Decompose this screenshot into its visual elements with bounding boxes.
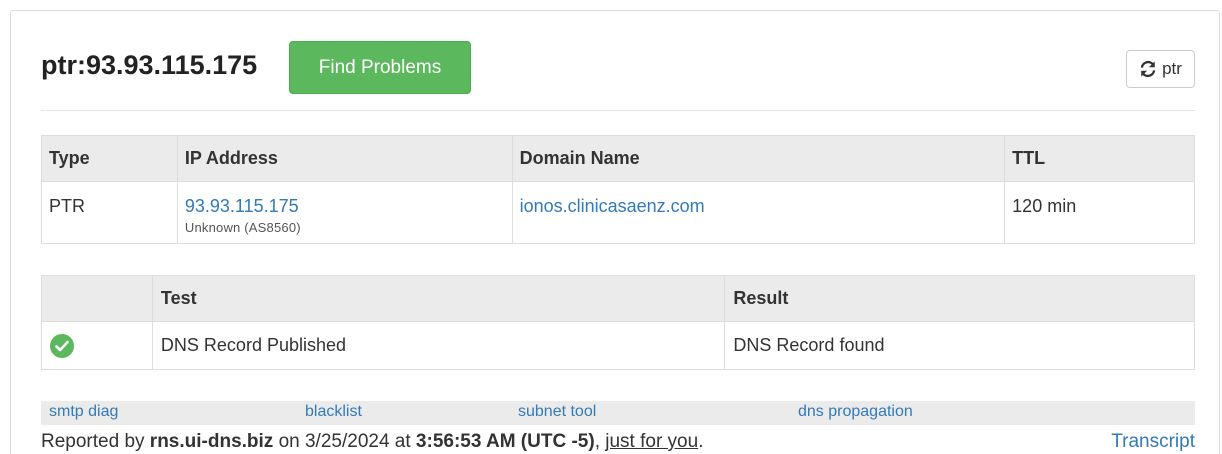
just-for-you-link[interactable]: just for you [605,431,698,452]
domain-name-link[interactable]: ionos.clinicasaenz.com [520,196,705,216]
column-header-ip: IP Address [176,135,513,182]
blacklist-link[interactable]: blacklist [305,403,362,421]
transcript-link[interactable]: Transcript [1111,431,1195,453]
page-title: ptr:93.93.115.175 [41,50,258,80]
table-header-row: Test Result [41,275,1195,322]
column-header-ttl: TTL [1004,135,1195,182]
column-header-domain: Domain Name [511,135,1006,182]
header-divider [41,110,1195,111]
column-header-result: Result [724,275,1195,322]
table-header-row: Type IP Address Domain Name TTL [41,135,1195,182]
refresh-label: ptr [1162,59,1182,78]
subnet-tool-link[interactable]: subnet tool [518,403,596,421]
report-time: 3:56:53 AM (UTC -5) [415,431,595,452]
column-header-status [41,275,153,322]
dns-propagation-link[interactable]: dns propagation [798,403,913,421]
refresh-ptr-button[interactable]: ptr [1126,50,1195,88]
ip-address-link[interactable]: 93.93.115.175 [185,196,299,216]
dns-record-table: Type IP Address Domain Name TTL PTR 93.9… [41,135,1195,244]
footer-date: on 3/25/2024 at [273,431,416,452]
ttl-value: 120 min [1004,181,1195,244]
smtp-diag-link[interactable]: smtp diag [49,403,118,421]
status-cell [41,321,153,370]
footer-comma: , [594,431,606,452]
record-type: PTR [41,181,178,244]
find-problems-button[interactable]: Find Problems [289,41,471,94]
footer-period: . [698,431,704,452]
table-row: PTR 93.93.115.175 Unknown (AS8560) ionos… [41,181,1195,244]
test-name: DNS Record Published [151,321,726,370]
report-footer: Reported by rns.ui-dns.biz on 3/25/2024 … [41,431,1195,453]
refresh-icon [1139,60,1157,78]
domain-cell: ionos.clinicasaenz.com [511,181,1006,244]
test-result: DNS Record found [724,321,1195,370]
ip-owner: Unknown (AS8560) [184,220,301,235]
footer-prefix: Reported by [41,431,150,452]
ip-cell: 93.93.115.175 Unknown (AS8560) [176,181,513,244]
reporting-server: rns.ui-dns.biz [149,431,274,452]
check-circle-icon [50,333,74,358]
tools-bar: smtp diag blacklist subnet tool dns prop… [41,401,1195,425]
test-results-table: Test Result DNS Record Published DNS Rec… [41,275,1195,370]
column-header-test: Test [151,275,726,322]
column-header-type: Type [41,135,178,182]
table-row: DNS Record Published DNS Record found [41,321,1195,370]
